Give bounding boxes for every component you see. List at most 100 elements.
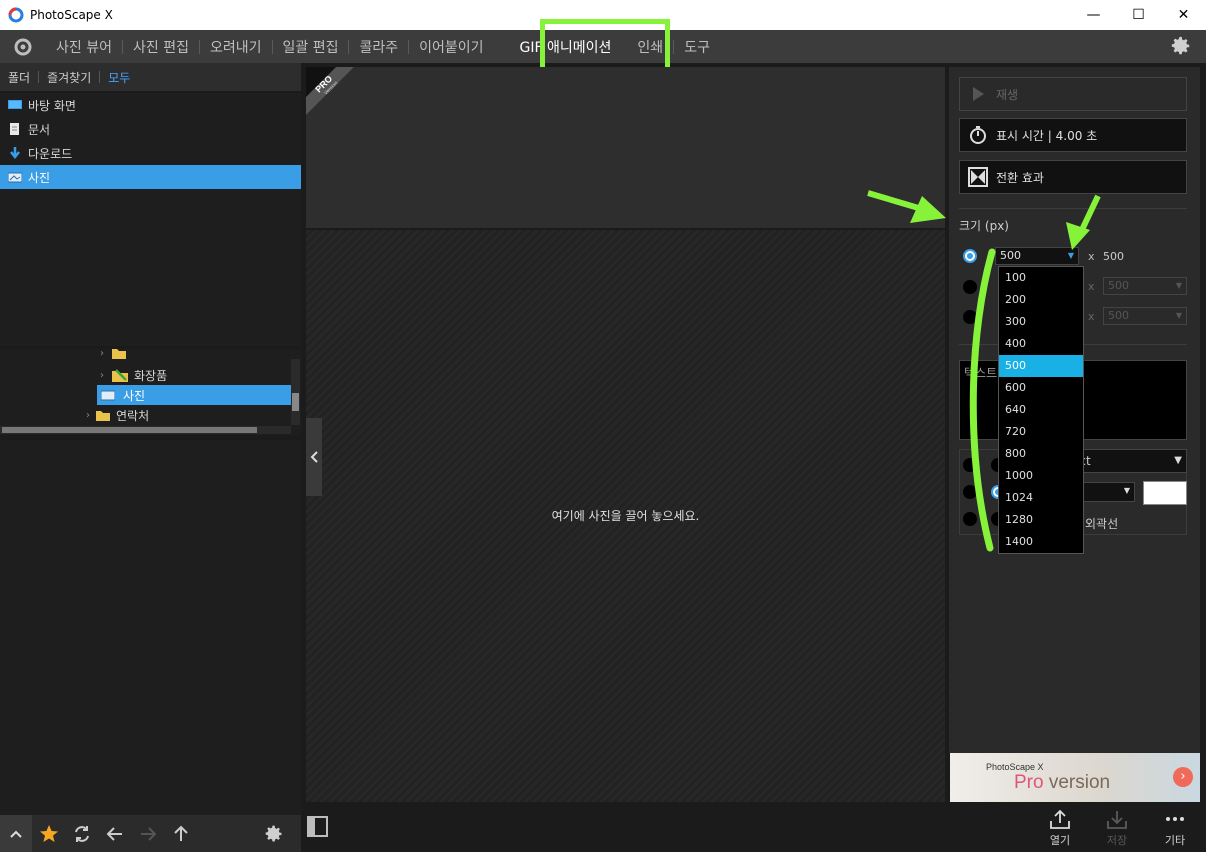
size-radio-3[interactable] bbox=[963, 310, 977, 324]
height-combo-2[interactable]: 500 ▼ bbox=[1103, 277, 1187, 295]
dropdown-option[interactable]: 600 bbox=[999, 377, 1083, 399]
minimize-button[interactable]: — bbox=[1071, 0, 1116, 30]
tab-photo-editor[interactable]: 사진 편집 bbox=[123, 37, 199, 57]
dropdown-option[interactable]: 1280 bbox=[999, 509, 1083, 531]
x-separator: x bbox=[1088, 280, 1095, 293]
ad-pro-word: Pro bbox=[1014, 772, 1044, 793]
tab-favorites[interactable]: 즐겨찾기 bbox=[39, 69, 99, 86]
collapse-left-panel-button[interactable] bbox=[306, 418, 322, 496]
tab-photo-viewer[interactable]: 사진 뷰어 bbox=[46, 37, 122, 57]
ad-product-name: PhotoScape X bbox=[986, 762, 1044, 772]
fit-radio-2[interactable] bbox=[963, 485, 977, 499]
display-time-label: 표시 시간 | 4.00 초 bbox=[996, 128, 1098, 143]
open-icon bbox=[1049, 806, 1071, 832]
play-icon bbox=[966, 82, 990, 106]
pro-version-ad-banner[interactable]: PhotoScape X Pro version › bbox=[950, 753, 1200, 802]
quick-item-documents[interactable]: 문서 bbox=[0, 117, 301, 141]
tab-combine[interactable]: 이어붙이기 bbox=[409, 37, 493, 57]
dropdown-option[interactable]: 640 bbox=[999, 399, 1083, 421]
fit-mode-combo[interactable]: act ▼ bbox=[1069, 449, 1187, 473]
quick-item-downloads[interactable]: 다운로드 bbox=[0, 141, 301, 165]
refresh-button[interactable] bbox=[65, 815, 98, 852]
settings-gear-icon[interactable] bbox=[1170, 35, 1192, 57]
favorite-button[interactable] bbox=[32, 815, 65, 852]
dropdown-option[interactable]: 720 bbox=[999, 421, 1083, 443]
back-button[interactable] bbox=[98, 815, 131, 852]
transition-effect-button[interactable]: 전환 효과 bbox=[959, 160, 1187, 194]
download-icon bbox=[10, 147, 20, 159]
size-radio-fixed[interactable] bbox=[963, 249, 977, 263]
tree-row-pictures[interactable]: 사진 bbox=[97, 385, 291, 405]
tree-item-label: 사진 bbox=[123, 388, 146, 403]
timer-icon bbox=[966, 123, 990, 147]
display-time-button[interactable]: 표시 시간 | 4.00 초 bbox=[959, 118, 1187, 152]
more-icon bbox=[1164, 806, 1186, 832]
tree-vertical-scrollbar[interactable] bbox=[291, 359, 300, 425]
quick-item-label: 바탕 화면 bbox=[28, 98, 76, 113]
scrollbar-thumb[interactable] bbox=[292, 393, 299, 411]
tab-folders[interactable]: 폴더 bbox=[0, 69, 38, 86]
dropdown-option[interactable]: 200 bbox=[999, 289, 1083, 311]
frame-strip: PRO Version bbox=[306, 67, 945, 228]
photoscape-logo-icon bbox=[14, 38, 32, 55]
section-divider bbox=[959, 208, 1187, 209]
chevron-down-icon: ▼ bbox=[1175, 281, 1182, 290]
more-button[interactable]: 기타 bbox=[1158, 806, 1192, 850]
dropdown-option[interactable]: 300 bbox=[999, 311, 1083, 333]
dropdown-option-selected[interactable]: 500 bbox=[999, 355, 1083, 377]
width-combo[interactable]: 500 ▼ bbox=[995, 247, 1079, 265]
maximize-icon: ☐ bbox=[1132, 7, 1145, 23]
fit-radio-3[interactable] bbox=[963, 512, 977, 526]
quick-item-pictures[interactable]: 사진 bbox=[0, 165, 301, 189]
tab-all[interactable]: 모두 bbox=[100, 69, 138, 86]
gif-tab-highlight-box bbox=[540, 19, 670, 74]
view-layout-toggle[interactable] bbox=[307, 816, 328, 837]
star-icon bbox=[39, 824, 58, 842]
folder-icon bbox=[112, 349, 126, 359]
dropdown-option[interactable]: 800 bbox=[999, 443, 1083, 465]
size-radio-2[interactable] bbox=[963, 280, 977, 294]
background-color-swatch[interactable] bbox=[1143, 481, 1187, 505]
contacts-folder-icon bbox=[96, 411, 110, 421]
tab-batch-editor[interactable]: 일괄 편집 bbox=[273, 37, 349, 57]
tab-cut-out[interactable]: 오려내기 bbox=[200, 37, 272, 57]
chevron-down-icon: ▼ bbox=[1174, 455, 1182, 466]
tree-row-partial[interactable]: › bbox=[100, 349, 290, 363]
dropdown-option[interactable]: 100 bbox=[999, 267, 1083, 289]
tree-item-label: 화장품 bbox=[134, 368, 168, 383]
open-button[interactable]: 열기 bbox=[1043, 806, 1077, 850]
maximize-button[interactable]: ☐ bbox=[1116, 0, 1161, 30]
save-label: 저장 bbox=[1106, 834, 1128, 847]
tab-collage[interactable]: 콜라주 bbox=[349, 37, 408, 57]
browser-settings-button[interactable] bbox=[257, 815, 290, 852]
quick-item-desktop[interactable]: 바탕 화면 bbox=[0, 93, 301, 117]
chevron-left-icon bbox=[310, 451, 318, 463]
tree-row-contacts[interactable]: › 연락처 bbox=[86, 405, 290, 425]
gear-icon bbox=[265, 825, 281, 841]
expand-chevron-icon: › bbox=[86, 409, 90, 421]
height-value: 500 bbox=[1103, 250, 1124, 263]
save-button[interactable]: 저장 bbox=[1100, 806, 1134, 850]
dropdown-option[interactable]: 400 bbox=[999, 333, 1083, 355]
photoscape-app-icon bbox=[8, 7, 24, 23]
outline-label: 외곽선 bbox=[1085, 517, 1119, 531]
browser-toolbar bbox=[0, 815, 301, 852]
dropdown-option[interactable]: 1024 bbox=[999, 487, 1083, 509]
collapse-up-button[interactable] bbox=[0, 815, 32, 852]
document-icon bbox=[10, 123, 19, 135]
tree-row-cosmetics[interactable]: › 화장품 bbox=[100, 365, 290, 385]
drop-area[interactable]: 여기에 사진을 끌어 놓으세요. bbox=[306, 230, 945, 802]
close-button[interactable]: ✕ bbox=[1161, 0, 1206, 30]
tree-item-label: 연락처 bbox=[116, 408, 150, 423]
forward-button[interactable] bbox=[131, 815, 164, 852]
tree-horizontal-scrollbar[interactable] bbox=[0, 426, 291, 434]
height-combo-3[interactable]: 500 ▼ bbox=[1103, 307, 1187, 325]
play-button[interactable]: 재생 bbox=[959, 77, 1187, 111]
scrollbar-thumb[interactable] bbox=[2, 427, 257, 433]
fit-radio-1[interactable] bbox=[963, 458, 977, 472]
home-logo-button[interactable] bbox=[10, 34, 36, 60]
dropdown-option[interactable]: 1000 bbox=[999, 465, 1083, 487]
dropdown-option[interactable]: 1400 bbox=[999, 531, 1083, 553]
parent-folder-button[interactable] bbox=[164, 815, 197, 852]
tab-tools[interactable]: 도구 bbox=[674, 37, 720, 57]
